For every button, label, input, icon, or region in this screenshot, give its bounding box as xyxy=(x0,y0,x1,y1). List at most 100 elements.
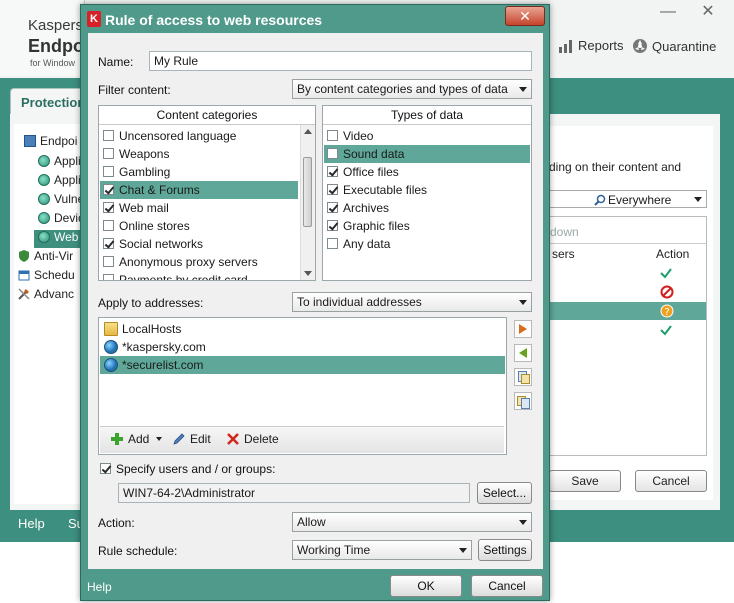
data-type-graphic-files[interactable]: Graphic files xyxy=(324,217,530,235)
category-checkbox[interactable] xyxy=(103,130,114,141)
scrollbar-thumb[interactable] xyxy=(303,157,312,227)
schedule-settings-button[interactable]: Settings xyxy=(478,539,532,561)
data-type-label: Graphic files xyxy=(343,219,410,233)
category-web-mail[interactable]: Web mail xyxy=(100,199,298,217)
category-checkbox[interactable] xyxy=(103,166,114,177)
address-label: LocalHosts xyxy=(122,322,182,336)
data-type-checkbox[interactable] xyxy=(327,148,338,159)
product-logo-area: Kaspersk Endpoi for Window xyxy=(0,0,91,76)
close-button[interactable]: ✕ xyxy=(692,2,724,22)
addresses-list[interactable]: LocalHosts *kaspersky.com *securelist.co… xyxy=(98,317,507,455)
tree-item-advanced[interactable]: Advanc xyxy=(18,287,88,305)
search-icon xyxy=(594,194,606,206)
address-localhosts[interactable]: LocalHosts xyxy=(100,320,505,338)
chevron-down-icon xyxy=(519,520,527,525)
quarantine-link[interactable]: Quarantine xyxy=(632,38,716,54)
edit-label: Edit xyxy=(190,432,211,446)
web-access-rule-dialog: K Rule of access to web resources ✕ Name… xyxy=(80,4,550,601)
category-checkbox[interactable] xyxy=(103,202,114,213)
reports-link[interactable]: Reports xyxy=(558,38,624,53)
tree-item-web-control[interactable]: Web xyxy=(34,230,84,248)
name-label: Name: xyxy=(98,55,134,69)
data-type-archives[interactable]: Archives xyxy=(324,199,530,217)
data-type-checkbox[interactable] xyxy=(327,130,338,141)
category-anonymous-proxy[interactable]: Anonymous proxy servers xyxy=(100,253,298,271)
category-checkbox[interactable] xyxy=(103,256,114,267)
ok-button[interactable]: OK xyxy=(390,575,462,597)
category-payments-credit-card[interactable]: Payments by credit card xyxy=(100,271,298,280)
scroll-down-icon[interactable] xyxy=(304,271,312,276)
category-checkbox[interactable] xyxy=(103,148,114,159)
search-scope-combo[interactable]: Everywhere xyxy=(549,190,707,208)
paste-button[interactable] xyxy=(514,392,532,410)
delete-button[interactable]: Delete xyxy=(226,432,279,446)
data-type-checkbox[interactable] xyxy=(327,202,338,213)
data-type-checkbox[interactable] xyxy=(327,238,338,249)
select-users-button[interactable]: Select... xyxy=(477,482,532,504)
table-row[interactable]: ? xyxy=(550,302,706,320)
data-type-any-data[interactable]: Any data xyxy=(324,235,530,253)
specify-users-checkbox[interactable] xyxy=(100,463,111,474)
category-uncensored-language[interactable]: Uncensored language xyxy=(100,127,298,145)
category-chat-forums[interactable]: Chat & Forums xyxy=(100,181,298,199)
apply-to-addresses-combo[interactable]: To individual addresses xyxy=(292,292,532,312)
users-field[interactable]: WIN7-64-2\Administrator xyxy=(118,483,470,503)
category-checkbox[interactable] xyxy=(103,220,114,231)
move-left-button[interactable] xyxy=(514,344,532,362)
table-row[interactable] xyxy=(550,321,706,339)
rule-schedule-combo[interactable]: Working Time xyxy=(292,540,472,560)
save-button[interactable]: Save xyxy=(549,470,621,492)
category-gambling[interactable]: Gambling xyxy=(100,163,298,181)
category-label: Gambling xyxy=(119,165,171,179)
category-social-networks[interactable]: Social networks xyxy=(100,235,298,253)
reports-label: Reports xyxy=(578,38,624,53)
category-checkbox[interactable] xyxy=(103,184,114,195)
category-checkbox[interactable] xyxy=(103,238,114,249)
data-type-checkbox[interactable] xyxy=(327,220,338,231)
action-combo[interactable]: Allow xyxy=(292,512,532,532)
cancel-button[interactable]: Cancel xyxy=(635,470,707,492)
web-control-panel: ding on their content and Everywhere dow… xyxy=(549,126,713,500)
help-link[interactable]: Help xyxy=(18,516,45,531)
dialog-close-button[interactable]: ✕ xyxy=(505,6,545,26)
tab-protection[interactable]: Protection xyxy=(10,88,88,115)
data-type-checkbox[interactable] xyxy=(327,166,338,177)
tab-protection-label: Protection xyxy=(21,95,86,110)
cancel-button[interactable]: Cancel xyxy=(471,575,543,597)
add-button[interactable]: Add xyxy=(110,432,162,446)
table-row[interactable] xyxy=(550,283,706,301)
name-input[interactable]: My Rule xyxy=(149,51,532,71)
globe-icon xyxy=(38,193,50,205)
reports-icon xyxy=(559,39,572,53)
data-type-video[interactable]: Video xyxy=(324,127,530,145)
help-link[interactable]: Help xyxy=(87,580,112,594)
content-categories-list[interactable]: Content categories Uncensored language W… xyxy=(98,105,316,281)
pencil-icon xyxy=(173,433,185,445)
paste-icon-front xyxy=(521,398,530,409)
address-kaspersky[interactable]: *kaspersky.com xyxy=(100,338,505,356)
categories-scrollbar[interactable] xyxy=(300,125,315,280)
tree-item-anti-virus[interactable]: Anti-Vir xyxy=(18,249,88,267)
data-type-checkbox[interactable] xyxy=(327,184,338,195)
globe-icon xyxy=(38,212,50,224)
address-securelist[interactable]: *securelist.com xyxy=(100,356,505,374)
copy-button[interactable] xyxy=(514,368,532,386)
category-weapons[interactable]: Weapons xyxy=(100,145,298,163)
data-type-sound[interactable]: Sound data xyxy=(324,145,530,163)
filter-content-value: By content categories and types of data xyxy=(297,82,508,96)
category-checkbox[interactable] xyxy=(103,274,114,280)
types-of-data-list[interactable]: Types of data Video Sound data Office fi… xyxy=(322,105,532,281)
tree-item-schedule[interactable]: Schedu xyxy=(18,268,88,286)
arrow-right-icon xyxy=(519,324,527,334)
specify-users-toggle[interactable]: Specify users and / or groups: xyxy=(98,460,398,478)
scroll-up-icon[interactable] xyxy=(304,129,312,134)
category-online-stores[interactable]: Online stores xyxy=(100,217,298,235)
data-type-office-files[interactable]: Office files xyxy=(324,163,530,181)
table-row[interactable] xyxy=(550,264,706,282)
edit-button[interactable]: Edit xyxy=(172,432,211,446)
data-type-executable-files[interactable]: Executable files xyxy=(324,181,530,199)
chevron-down-icon xyxy=(694,197,702,202)
move-right-button[interactable] xyxy=(514,320,532,338)
minimize-button[interactable]: — xyxy=(652,2,684,22)
filter-content-combo[interactable]: By content categories and types of data xyxy=(292,79,532,99)
